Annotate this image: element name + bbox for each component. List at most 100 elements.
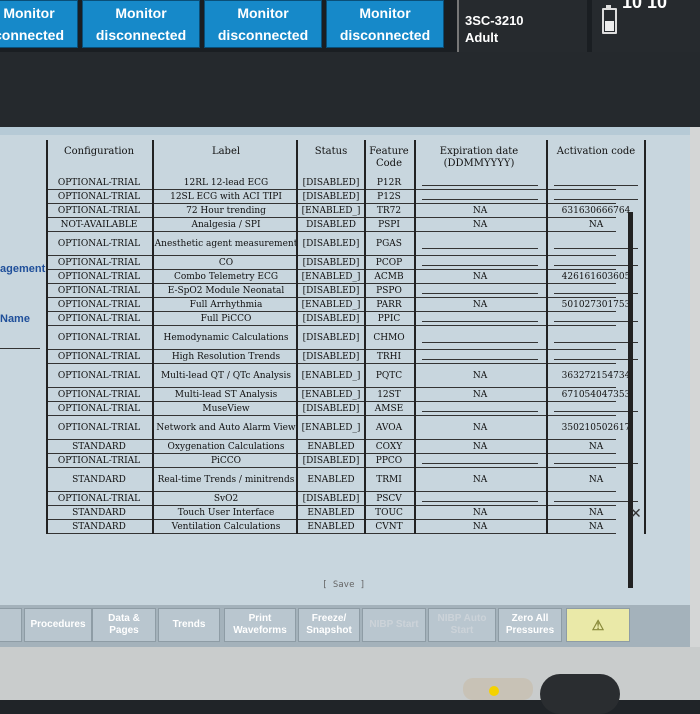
toolbar-button-3[interactable]: Trends: [158, 608, 220, 642]
input-field[interactable]: [554, 342, 638, 343]
cell-label: Multi-lead ST Analysis: [174, 390, 278, 400]
cell-configuration: OPTIONAL-TRIAL: [57, 333, 141, 343]
table-row[interactable]: OPTIONAL-TRIAL 12RL 12-lead ECG [DISABLED]…: [46, 176, 646, 190]
cell-configuration: OPTIONAL-TRIAL: [57, 300, 141, 310]
cell-feature-code: 12ST: [377, 390, 401, 400]
toolbar-button-4[interactable]: Print Waveforms: [224, 608, 296, 642]
toolbar-button-0[interactable]: [0, 608, 22, 642]
cell-status: [ENABLED_]: [301, 371, 361, 381]
input-field[interactable]: [422, 411, 538, 412]
cell-feature-code: CHMO: [373, 333, 405, 343]
cell-feature-code: PARR: [376, 300, 402, 310]
input-field[interactable]: [422, 199, 538, 200]
cell-feature-code: TRMI: [376, 475, 402, 485]
table-column-divider: [296, 140, 298, 534]
input-field[interactable]: [422, 293, 538, 294]
input-field[interactable]: [554, 293, 638, 294]
monitor-tile-2[interactable]: Monitor disconnected: [204, 0, 322, 48]
input-field[interactable]: [422, 185, 538, 186]
patient-info[interactable]: 3SC-3210 Adult: [457, 0, 587, 52]
input-field[interactable]: [422, 359, 538, 360]
cell-status: ENABLED: [307, 442, 355, 452]
monitor-tile-0[interactable]: Monitor connected: [0, 0, 78, 48]
table-row[interactable]: OPTIONAL-TRIAL Full PiCCO [DISABLED] PPIC: [46, 312, 646, 326]
toolbar-button-8[interactable]: Zero All Pressures: [498, 608, 562, 642]
monitor-tile-1[interactable]: Monitor disconnected: [82, 0, 200, 48]
table-row[interactable]: NOT-AVAILABLE Analgesia / SPI DISABLED PSPI…: [46, 218, 646, 232]
toolbar-button-7[interactable]: NIBP Auto Start: [428, 608, 496, 642]
header-feature-code: Feature Code: [369, 146, 409, 169]
table-row[interactable]: OPTIONAL-TRIAL High Resolution Trends [DIS…: [46, 350, 646, 364]
input-field[interactable]: [422, 342, 538, 343]
table-row[interactable]: OPTIONAL-TRIAL Hemodynamic Calculations [D…: [46, 326, 646, 350]
table-row[interactable]: OPTIONAL-TRIAL Network and Auto Alarm Vie…: [46, 416, 646, 440]
input-field[interactable]: [422, 321, 538, 322]
table-row[interactable]: OPTIONAL-TRIAL Full Arrhythmia [ENABLED_] P…: [46, 298, 646, 312]
cell-label: E-SpO2 Module Neonatal: [167, 286, 285, 296]
cell-status: [ENABLED_]: [301, 300, 361, 310]
table-row[interactable]: STANDARD Ventilation Calculations ENABLED C…: [46, 520, 646, 534]
toolbar-button-2[interactable]: Data & Pages: [92, 608, 156, 642]
input-field[interactable]: [554, 321, 638, 322]
input-field[interactable]: [422, 501, 538, 502]
input-field[interactable]: [554, 411, 638, 412]
input-field[interactable]: [554, 359, 638, 360]
input-field[interactable]: [422, 265, 538, 266]
cell-status: [DISABLED]: [302, 333, 360, 343]
table-row[interactable]: OPTIONAL-TRIAL E-SpO2 Module Neonatal [DIS…: [46, 284, 646, 298]
input-field[interactable]: [554, 265, 638, 266]
trim-knob[interactable]: [540, 674, 620, 714]
table-row[interactable]: OPTIONAL-TRIAL CO [DISABLED] PCOP: [46, 256, 646, 270]
table-row[interactable]: OPTIONAL-TRIAL SvO2 [DISABLED] PSCV: [46, 492, 646, 506]
input-field[interactable]: [554, 185, 638, 186]
cell-label: Analgesia / SPI: [191, 220, 261, 230]
cell-expiration-date: [414, 454, 546, 468]
table-row[interactable]: STANDARD Touch User Interface ENABLED TOUC N…: [46, 506, 646, 520]
input-field[interactable]: [422, 248, 538, 249]
save-button[interactable]: [ Save ]: [322, 580, 365, 590]
toolbar-button-5[interactable]: Freeze/ Snapshot: [298, 608, 360, 642]
table-row[interactable]: STANDARD Oxygenation Calculations ENABLED C…: [46, 440, 646, 454]
table-row[interactable]: OPTIONAL-TRIAL PiCCO [DISABLED] PPCO: [46, 454, 646, 468]
toolbar-button-1[interactable]: Procedures: [24, 608, 92, 642]
sidebar-label-name[interactable]: Name: [0, 313, 30, 325]
cell-status: [DISABLED]: [302, 286, 360, 296]
table-row[interactable]: OPTIONAL-TRIAL Combo Telemetry ECG [ENABLE…: [46, 270, 646, 284]
close-icon[interactable]: ✕: [630, 505, 642, 522]
cell-expiration-date: [414, 232, 546, 256]
cell-configuration: STANDARD: [72, 508, 126, 518]
input-field[interactable]: [554, 463, 638, 464]
toolbar-button-9[interactable]: ⚠: [566, 608, 630, 642]
sidebar-label-management[interactable]: agement: [0, 263, 45, 275]
input-field[interactable]: [422, 463, 538, 464]
cell-configuration: OPTIONAL-TRIAL: [57, 423, 141, 433]
cell-expiration-date: NA: [472, 206, 488, 216]
input-field[interactable]: [554, 248, 638, 249]
cell-expiration-date: [414, 326, 546, 350]
cell-expiration-date: NA: [472, 371, 488, 381]
input-field[interactable]: [554, 199, 638, 200]
table-row[interactable]: OPTIONAL-TRIAL 72 Hour trending [ENABLED_]…: [46, 204, 646, 218]
table-row[interactable]: OPTIONAL-TRIAL 12SL ECG with ACI TIPI [DIS…: [46, 190, 646, 204]
table-row[interactable]: OPTIONAL-TRIAL Multi-lead ST Analysis [ENA…: [46, 388, 646, 402]
table-row[interactable]: STANDARD Real-time Trends / minitrends ENA…: [46, 468, 646, 492]
input-field[interactable]: [554, 501, 638, 502]
cell-feature-code: P12R: [376, 178, 402, 188]
cell-configuration: OPTIONAL-TRIAL: [57, 206, 141, 216]
cell-status: [ENABLED_]: [301, 423, 361, 433]
bottom-toolbar: Procedures Data & Pages Trends Print Wavefo…: [0, 605, 700, 647]
vertical-scrollbar[interactable]: [628, 212, 633, 588]
cell-expiration-date: [414, 402, 546, 416]
cell-label: Real-time Trends / minitrends: [157, 475, 295, 485]
monitor-tile-3[interactable]: Monitor disconnected: [326, 0, 444, 48]
toolbar-button-6[interactable]: NIBP Start: [362, 608, 426, 642]
table-row[interactable]: OPTIONAL-TRIAL MuseView [DISABLED] AMSE: [46, 402, 646, 416]
cell-status: [ENABLED_]: [301, 272, 361, 282]
cell-label: 12RL 12-lead ECG: [183, 178, 269, 188]
table-row[interactable]: OPTIONAL-TRIAL Anesthetic agent measureme…: [46, 232, 646, 256]
cell-label: High Resolution Trends: [171, 352, 281, 362]
table-row[interactable]: OPTIONAL-TRIAL Multi-lead QT / QTc Analys…: [46, 364, 646, 388]
cell-configuration: NOT-AVAILABLE: [60, 220, 138, 230]
cell-configuration: STANDARD: [72, 442, 126, 452]
monitor-tile-line2: disconnected: [95, 27, 187, 43]
